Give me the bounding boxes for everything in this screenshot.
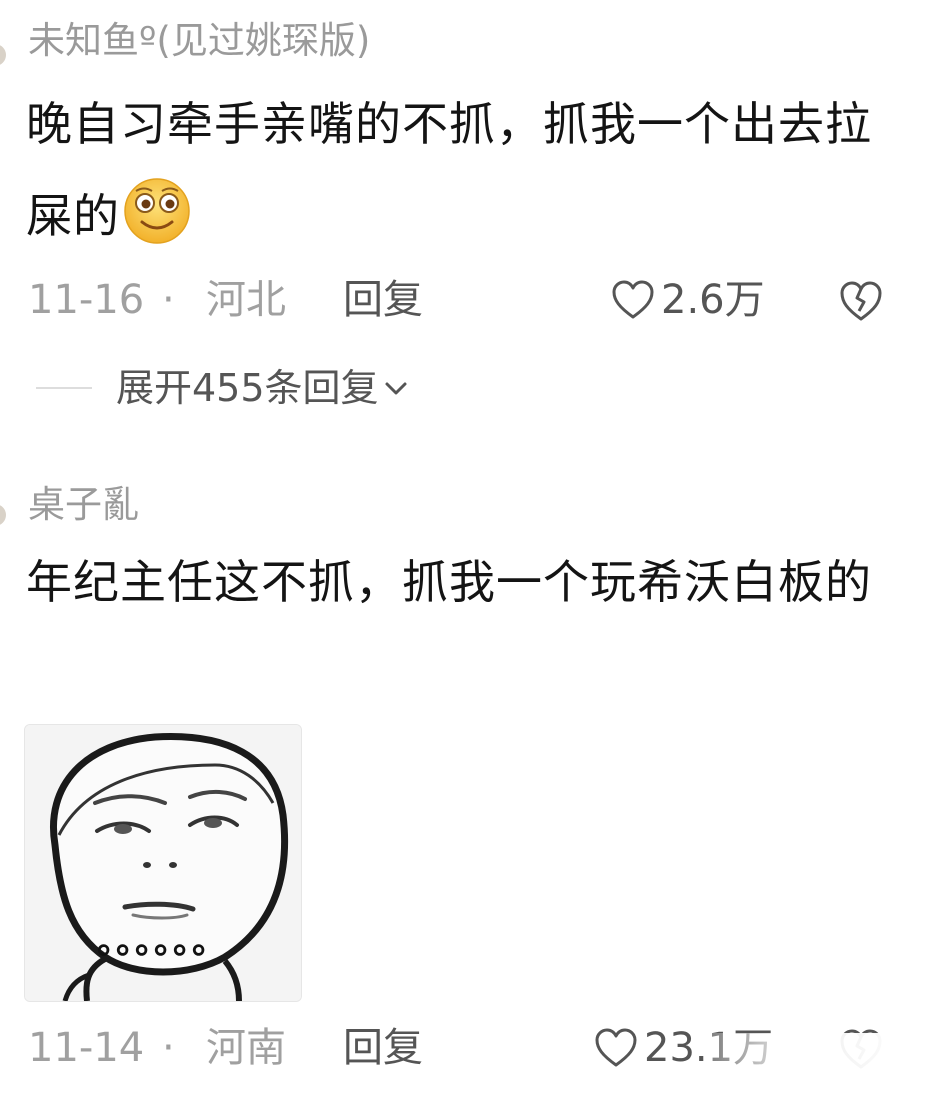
comment-item: 未知鱼º(见过姚琛版) 晚自习牵手亲嘴的不抓，抓我一个出去拉屎的 11-16 ·… <box>0 0 936 440</box>
comment-location: 河北 <box>206 277 286 323</box>
like-button[interactable]: 2.6万 <box>611 274 765 326</box>
comment-item: 桌子亂 年纪主任这不抓，抓我一个玩希沃白板的 。。。。。。 11-14 · 河南… <box>0 470 936 1095</box>
heart-outline-icon <box>612 280 654 319</box>
meme-caption: 。。。。。。 <box>97 922 228 962</box>
avatar[interactable] <box>0 504 6 526</box>
comment-date: 11-14 <box>28 1025 145 1071</box>
expand-replies-label: 展开455条回复 <box>116 366 379 410</box>
grinning-face-emoji <box>124 178 190 244</box>
avatar[interactable] <box>0 44 6 66</box>
chevron-down-icon <box>385 382 407 395</box>
heart-outline-icon <box>595 1028 637 1067</box>
watermark-overlay <box>704 1033 930 1073</box>
comment-image[interactable]: 。。。。。。 <box>24 724 302 1002</box>
reply-button[interactable]: 回复 <box>343 1022 423 1074</box>
comment-meta: 11-16 · 河北 回复 2.6万 <box>28 274 936 326</box>
like-count: 2.6万 <box>661 277 765 323</box>
comment-text: 年纪主任这不抓，抓我一个玩希沃白板的 <box>26 555 872 609</box>
comment-username[interactable]: 未知鱼º(见过姚琛版) <box>28 18 370 64</box>
comment-location: 河南 <box>206 1025 286 1071</box>
comment-username[interactable]: 桌子亂 <box>28 482 139 528</box>
meta-separator: · <box>162 1025 175 1071</box>
broken-heart-icon[interactable] <box>838 280 884 322</box>
reply-button[interactable]: 回复 <box>343 274 423 326</box>
comment-text: 晚自习牵手亲嘴的不抓，抓我一个出去拉屎的 <box>26 78 886 262</box>
comment-date: 11-16 <box>28 277 145 323</box>
meta-separator: · <box>162 277 175 323</box>
divider <box>36 387 92 389</box>
expand-replies-button[interactable]: 展开455条回复 <box>36 358 409 418</box>
